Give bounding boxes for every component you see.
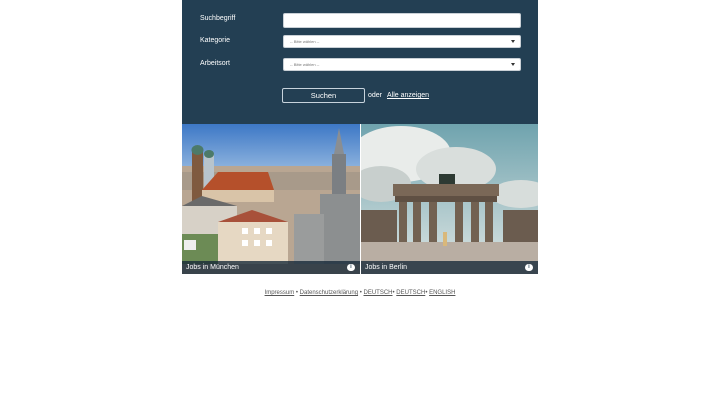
tile-caption-munich: Jobs in München	[186, 264, 239, 271]
or-text: oder	[368, 92, 383, 99]
chevron-down-icon	[511, 40, 515, 43]
tile-caption-berlin: Jobs in Berlin	[365, 264, 408, 271]
show-all-link[interactable]: Alle anzeigen	[387, 92, 429, 99]
keyword-input[interactable]	[283, 13, 521, 28]
search-button[interactable]: Suchen	[282, 88, 365, 103]
info-icon[interactable]: i	[525, 264, 533, 271]
keyword-label: Suchbegriff	[200, 15, 236, 22]
footer-link-deutsch[interactable]: DEUTSCH	[364, 290, 393, 296]
tile-munich[interactable]: Jobs in München i	[182, 124, 360, 274]
tile-caption: Jobs in Berlin i	[361, 261, 538, 274]
footer-link-impressum[interactable]: Impressum	[265, 290, 295, 296]
footer-link-deutsch-2[interactable]: DEUTSCH	[396, 290, 425, 296]
search-panel: Suchbegriff Kategorie -- Bitte wählen --…	[182, 0, 538, 124]
category-select[interactable]: -- Bitte wählen --	[283, 35, 521, 48]
footer-separator: •	[359, 290, 362, 296]
location-select[interactable]: -- Bitte wählen --	[283, 58, 521, 71]
munich-city-image	[182, 124, 360, 274]
footer-separator: •	[392, 290, 395, 296]
footer-separator: •	[295, 290, 298, 296]
location-label: Arbeitsort	[200, 60, 230, 67]
tile-caption: Jobs in München i	[182, 261, 360, 274]
info-icon[interactable]: i	[347, 264, 355, 271]
tile-berlin[interactable]: Jobs in Berlin i	[361, 124, 538, 274]
location-selected-value: -- Bitte wählen --	[290, 62, 320, 67]
footer-separator: •	[425, 290, 428, 296]
footer-link-datenschutz[interactable]: Datenschutzerklärung	[300, 290, 358, 296]
category-selected-value: -- Bitte wählen --	[290, 39, 320, 44]
footer-link-english[interactable]: ENGLISH	[429, 290, 455, 296]
footer: Impressum • Datenschutzerklärung • DEUTS…	[0, 290, 720, 296]
chevron-down-icon	[511, 63, 515, 66]
berlin-gate-image	[361, 124, 538, 274]
category-label: Kategorie	[200, 37, 230, 44]
